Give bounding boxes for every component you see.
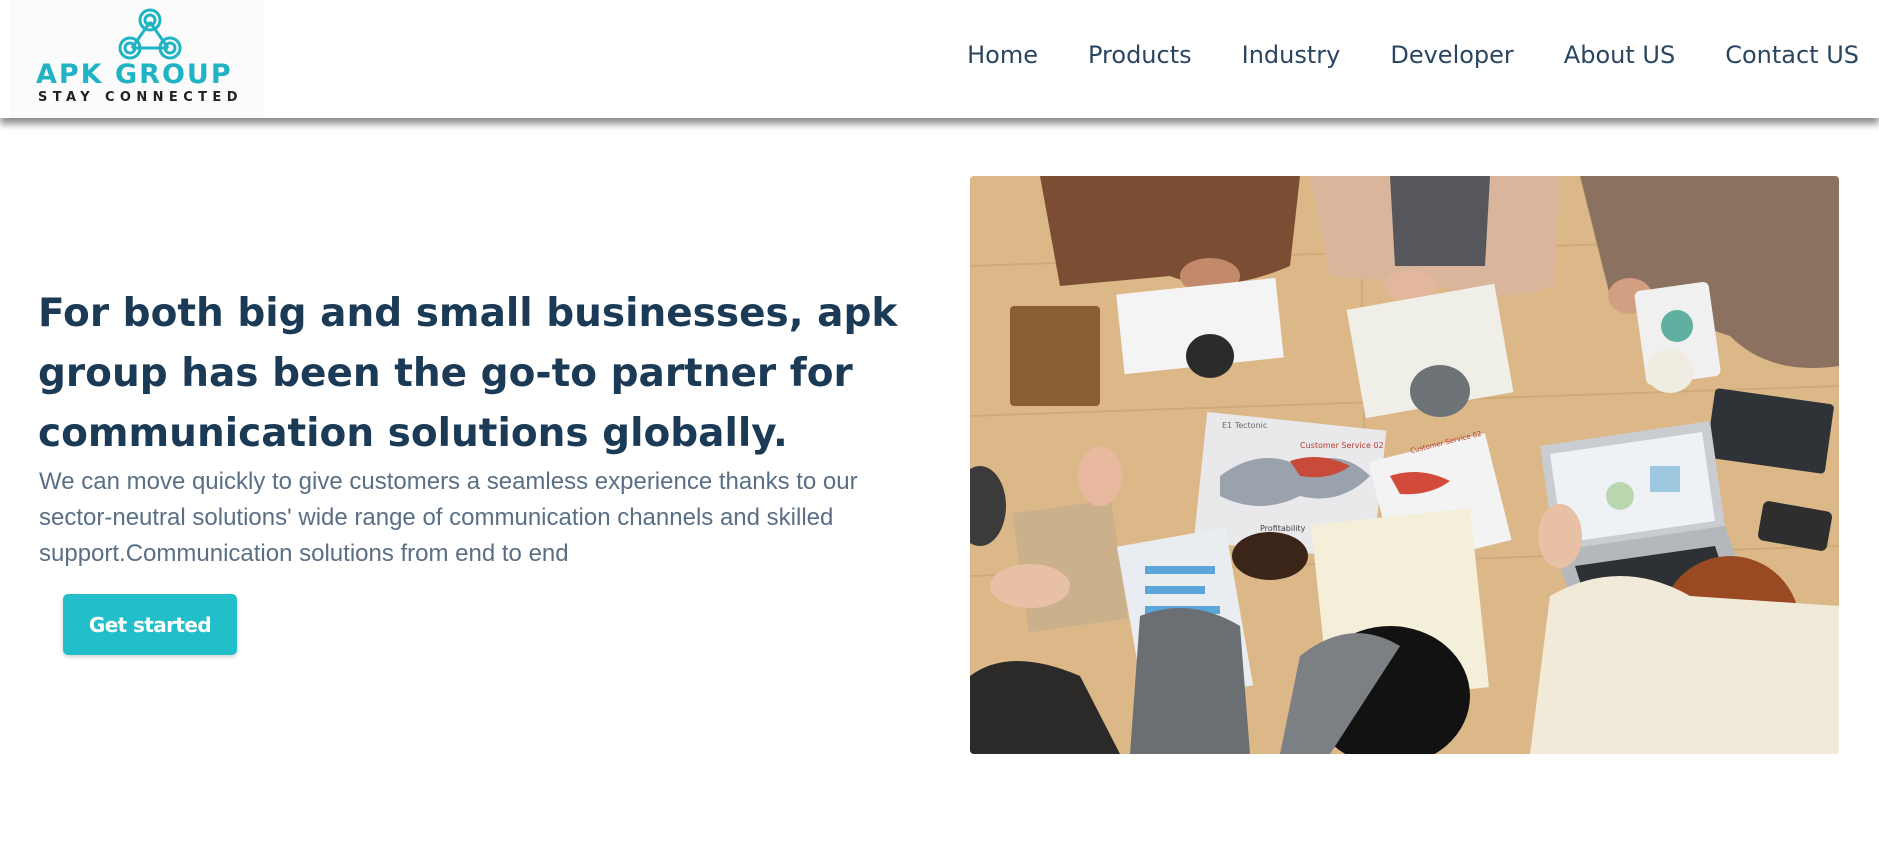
nav-home[interactable]: Home [967,40,1038,70]
map-label-bottom: Profitability [1260,524,1306,533]
brand-logo[interactable]: APK GROUP STAY CONNECTED [10,0,264,118]
hero-title: For both big and small businesses, apk g… [38,291,898,456]
nav-products[interactable]: Products [1088,40,1192,70]
nav-industry[interactable]: Industry [1242,40,1341,70]
map-label-right: Customer Service 02 [1300,441,1384,450]
nav-developer[interactable]: Developer [1390,40,1513,70]
main-nav: Home Products Industry Developer About U… [917,40,1859,70]
nav-about-us[interactable]: About US [1564,40,1675,70]
map-label-left: E1 Tectonic [1222,421,1267,430]
team-meeting-photo: E1 Tectonic Customer Service 02 Profitab… [970,176,1839,754]
get-started-button[interactable]: Get started [63,594,237,655]
hero-description: We can move quickly to give customers a … [39,468,858,567]
brand-tagline: STAY CONNECTED [38,90,243,105]
brand-name: APK GROUP [36,59,233,90]
site-header: APK GROUP STAY CONNECTED Home Products I… [0,0,1879,118]
nav-contact-us[interactable]: Contact US [1725,40,1859,70]
team-meeting-illustration: E1 Tectonic Customer Service 02 Profitab… [970,176,1839,754]
triangle-knot-logo-icon [118,8,182,60]
